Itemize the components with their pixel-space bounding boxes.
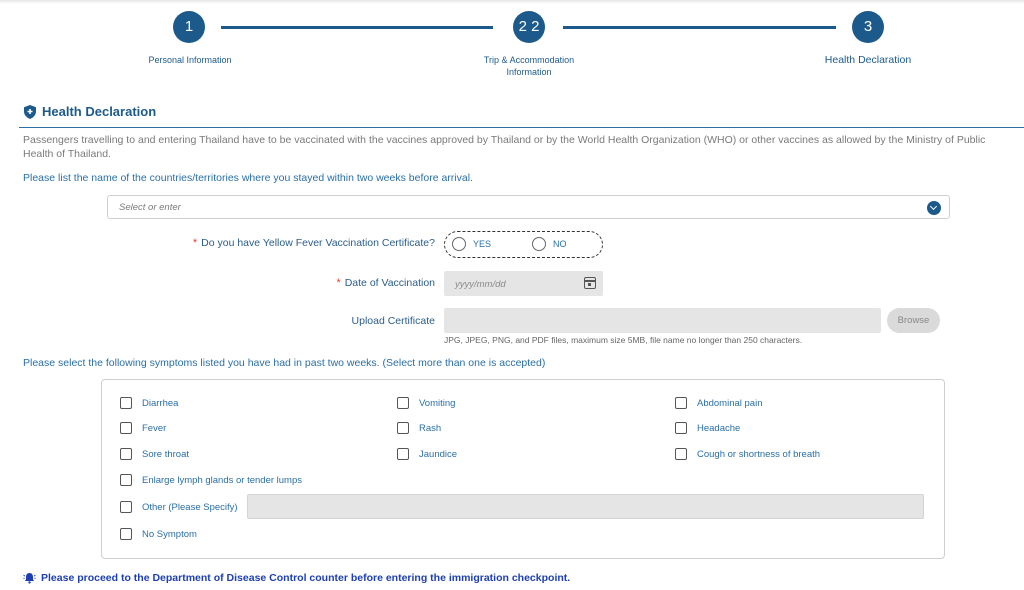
step-1-label: Personal Information <box>148 55 232 65</box>
symptom-vomiting[interactable]: Vomiting <box>397 397 455 409</box>
section-divider <box>19 127 1024 128</box>
symptom-sore-throat[interactable]: Sore throat <box>120 448 189 460</box>
step-3-circle[interactable]: 3 <box>852 11 884 43</box>
symptom-label: Sore throat <box>142 448 189 460</box>
radio-no-label: NO <box>553 239 567 249</box>
yellow-fever-label-text: Do you have Yellow Fever Vaccination Cer… <box>201 237 435 249</box>
symptom-label: Headache <box>697 422 741 434</box>
symptom-none[interactable]: No Symptom <box>120 528 197 540</box>
symptom-label: Other (Please Specify) <box>142 501 238 513</box>
step-connector-1 <box>221 26 493 29</box>
checkbox[interactable] <box>120 422 132 434</box>
bell-icon <box>23 573 36 584</box>
checkbox[interactable] <box>397 448 409 460</box>
symptoms-panel <box>101 379 945 559</box>
checkbox[interactable] <box>397 397 409 409</box>
yellow-fever-yes-option[interactable]: YES <box>452 237 491 251</box>
symptom-lymph-glands[interactable]: Enlarge lymph glands or tender lumps <box>120 474 302 486</box>
countries-question: Please list the name of the countries/te… <box>23 172 473 184</box>
section-title: Health Declaration <box>42 104 157 119</box>
chevron-down-icon[interactable] <box>927 201 941 215</box>
symptom-fever[interactable]: Fever <box>120 422 166 434</box>
step-connector-2 <box>563 26 836 29</box>
step-2-label-line2: Information <box>506 67 552 77</box>
checkbox[interactable] <box>675 397 687 409</box>
step-2-circle[interactable]: 2 2 <box>513 11 545 43</box>
vaccination-date-input[interactable]: yyyy/mm/dd <box>444 271 603 296</box>
checkbox[interactable] <box>120 501 132 513</box>
checkbox[interactable] <box>120 528 132 540</box>
yellow-fever-radio-group: YES NO <box>444 231 603 258</box>
radio-yes-label: YES <box>473 239 492 249</box>
countries-select-placeholder: Select or enter <box>119 202 181 213</box>
countries-select[interactable]: Select or enter <box>107 195 950 219</box>
symptoms-question: Please select the following symptoms lis… <box>23 357 546 369</box>
vaccination-date-label-text: Date of Vaccination <box>344 277 435 289</box>
symptom-label: Fever <box>142 422 167 434</box>
checkbox[interactable] <box>397 422 409 434</box>
checkbox[interactable] <box>120 448 132 460</box>
upload-certificate-label: Upload Certificate <box>351 315 435 327</box>
yellow-fever-label: * Do you have Yellow Fever Vaccination Ce… <box>150 237 435 249</box>
top-shadow <box>0 0 1024 4</box>
symptom-label: Abdominal pain <box>697 397 763 409</box>
symptom-label: Vomiting <box>419 397 456 409</box>
upload-certificate-field[interactable] <box>444 308 881 333</box>
symptom-label: Rash <box>419 422 442 434</box>
checkbox[interactable] <box>120 397 132 409</box>
radio-yes[interactable] <box>452 237 466 251</box>
symptom-label: Diarrhea <box>142 397 179 409</box>
vaccination-date-placeholder: yyyy/mm/dd <box>455 279 506 290</box>
calendar-icon[interactable] <box>584 277 596 289</box>
symptom-label: Cough or shortness of breath <box>697 448 821 460</box>
vaccination-date-label: * Date of Vaccination <box>250 277 435 289</box>
symptom-abdominal-pain[interactable]: Abdominal pain <box>675 397 763 409</box>
symptom-label: Jaundice <box>419 448 458 460</box>
step-2-label-line1: Trip & Accommodation <box>483 55 575 65</box>
symptom-diarrhea[interactable]: Diarrhea <box>120 397 178 409</box>
browse-button[interactable]: Browse <box>887 308 940 333</box>
symptom-jaundice[interactable]: Jaundice <box>397 448 457 460</box>
other-symptom-input[interactable] <box>247 494 924 519</box>
notice: Please proceed to the Department of Dise… <box>23 572 570 584</box>
notice-text: Please proceed to the Department of Dise… <box>41 572 571 584</box>
symptom-headache[interactable]: Headache <box>675 422 740 434</box>
checkbox[interactable] <box>120 474 132 486</box>
symptom-label: Enlarge lymph glands or tender lumps <box>142 474 303 486</box>
step-2-label: Trip & Accommodation Information <box>459 54 599 78</box>
step-3-label: Health Declaration <box>824 54 912 66</box>
intro-text: Passengers travelling to and entering Th… <box>23 134 986 160</box>
symptom-rash[interactable]: Rash <box>397 422 441 434</box>
shield-icon <box>24 104 36 119</box>
step-1-circle[interactable]: 1 <box>173 11 205 43</box>
required-mark: * <box>336 277 341 289</box>
symptom-cough[interactable]: Cough or shortness of breath <box>675 448 820 460</box>
upload-hint: JPG, JPEG, PNG, and PDF files, maximum s… <box>444 335 803 345</box>
radio-no[interactable] <box>532 237 546 251</box>
symptom-label: No Symptom <box>142 528 197 540</box>
required-mark: * <box>192 237 198 249</box>
section-header: Health Declaration <box>24 104 156 119</box>
checkbox[interactable] <box>675 422 687 434</box>
symptom-other[interactable]: Other (Please Specify) <box>120 501 238 513</box>
yellow-fever-no-option[interactable]: NO <box>532 237 567 251</box>
checkbox[interactable] <box>675 448 687 460</box>
